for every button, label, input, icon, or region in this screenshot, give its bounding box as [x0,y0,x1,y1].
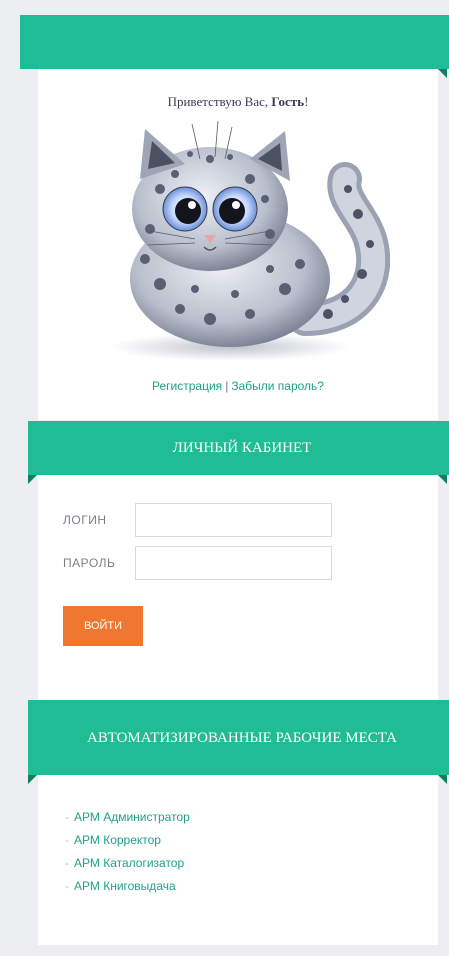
dash-bullet-icon: - [65,856,69,870]
greeting-text: Приветствую Вас, Гость! [167,94,309,109]
forgot-password-link[interactable]: Забыли пароль? [231,379,324,393]
welcome-panel: Приветствую Вас, Гость! Регистрация | За… [38,69,438,420]
workstation-item-corrector[interactable]: - АРМ Корректор [65,829,190,852]
ribbon-fold [438,775,447,784]
workstations-list: - АРМ Администратор - АРМ Корректор - АРМ К… [65,806,190,898]
workstation-item-cataloguer[interactable]: - АРМ Каталогизатор [65,852,190,875]
ribbon-fold [28,475,37,484]
login-input[interactable] [135,503,332,537]
login-button[interactable]: ВОЙТИ [63,606,143,646]
top-header-bar [20,15,449,69]
workstations-header: АВТОМАТИЗИРОВАННЫЕ РАБОЧИЕ МЕСТА [28,700,449,775]
snow-leopard-mascot [110,120,390,361]
workstations-title: АВТОМАТИЗИРОВАННЫЕ РАБОЧИЕ МЕСТА [86,729,397,746]
dash-bullet-icon: - [65,833,69,847]
link-separator: | [225,379,229,393]
password-input[interactable] [135,546,332,580]
ribbon-fold [438,69,447,78]
ribbon-fold [438,475,447,484]
cabinet-title: ЛИЧНЫЙ КАБИНЕТ [172,440,312,456]
dash-bullet-icon: - [65,879,69,893]
cabinet-header: ЛИЧНЫЙ КАБИНЕТ [28,421,449,475]
guest-name: Гость [271,94,305,109]
ribbon-fold [28,775,37,784]
workstation-item-circulation[interactable]: - АРМ Книговыдача [65,875,190,898]
dash-bullet-icon: - [65,810,69,824]
login-label: ЛОГИН [63,513,107,527]
workstation-item-administrator[interactable]: - АРМ Администратор [65,806,190,829]
password-label: ПАРОЛЬ [63,556,116,570]
register-link[interactable]: Регистрация [152,379,222,393]
auth-links: Регистрация | Забыли пароль? [38,379,438,393]
